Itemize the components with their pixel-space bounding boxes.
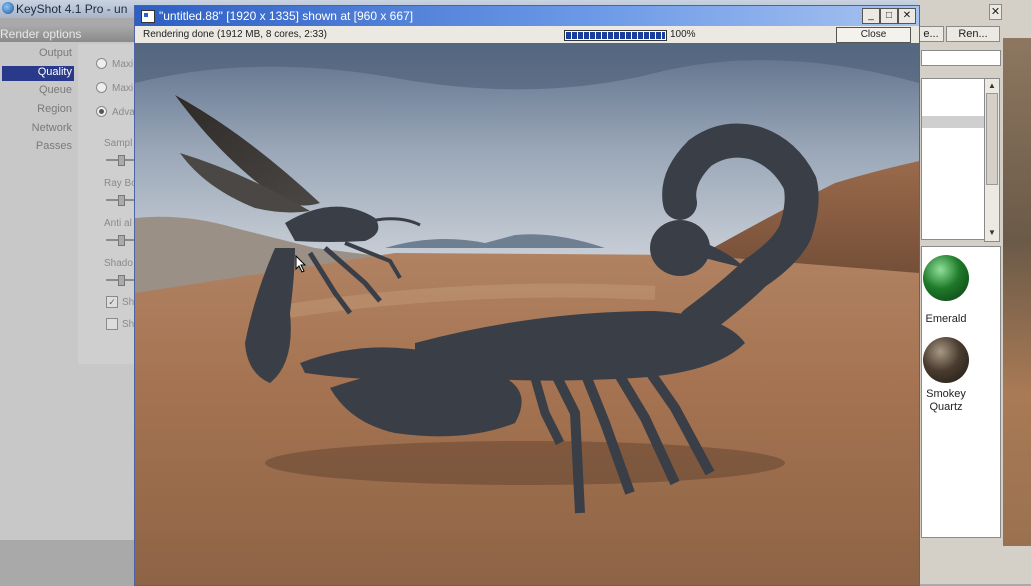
desert-ground	[135, 253, 919, 585]
library-search-field[interactable]	[921, 50, 1001, 66]
checkbox-shadows[interactable]: ✓	[106, 296, 118, 308]
render-progress-text: 100%	[670, 29, 696, 40]
nav-item-region[interactable]: Region	[2, 103, 72, 118]
minimize-icon[interactable]: _	[862, 8, 880, 24]
nav-item-passes[interactable]: Passes	[2, 140, 72, 155]
checkbox-shading[interactable]	[106, 318, 118, 330]
slider-handle[interactable]	[118, 275, 125, 286]
close-icon[interactable]: ✕	[898, 8, 916, 24]
slider-handle[interactable]	[118, 235, 125, 246]
slider-handle[interactable]	[118, 155, 125, 166]
rendered-image	[135, 43, 919, 585]
render-options-nav: Output Quality Queue Region Network Pass…	[0, 44, 76, 464]
samples-slider[interactable]	[106, 155, 136, 166]
material-label: Emerald	[925, 313, 967, 325]
library-button-1[interactable]: e...	[918, 26, 944, 42]
radio-label: Maxi	[112, 59, 134, 70]
nav-item-output[interactable]: Output	[2, 47, 72, 62]
render-status-text: Rendering done (1912 MB, 8 cores, 2:33)	[143, 29, 327, 40]
maximize-icon[interactable]: □	[880, 8, 898, 24]
close-button[interactable]: Close	[836, 27, 911, 43]
library-footer	[918, 546, 1031, 584]
render-viewport[interactable]	[135, 43, 919, 585]
radio-label: Adva	[112, 107, 135, 118]
nav-item-quality[interactable]: Quality	[2, 66, 74, 81]
slider-handle[interactable]	[118, 195, 125, 206]
ray-bounces-slider[interactable]	[106, 195, 136, 206]
library-scrollbar[interactable]: ▲ ▼	[984, 78, 1000, 242]
radio-advanced[interactable]	[96, 106, 107, 117]
render-options-header: Render options	[0, 26, 137, 42]
render-window-title: "untitled.88" [1920 x 1335] shown at [96…	[159, 9, 414, 23]
mouse-cursor-icon	[295, 255, 307, 273]
shadow-slider[interactable]	[106, 275, 136, 286]
main-window-title: KeyShot 4.1 Pro - un	[16, 2, 128, 16]
render-window-titlebar[interactable]: "untitled.88" [1920 x 1335] shown at [96…	[135, 6, 919, 26]
nav-item-network[interactable]: Network	[2, 122, 72, 137]
render-window: "untitled.88" [1920 x 1335] shown at [96…	[134, 5, 920, 586]
scroll-up-icon[interactable]: ▲	[986, 80, 998, 92]
scorpion-stinger-bulb	[650, 220, 710, 276]
render-status-bar: Rendering done (1912 MB, 8 cores, 2:33) …	[135, 26, 919, 43]
material-smokey-quartz-swatch[interactable]	[923, 337, 969, 383]
library-titlebar: ✕	[918, 4, 1003, 20]
panel-close-icon[interactable]: ✕	[989, 4, 1002, 20]
scroll-thumb[interactable]	[986, 93, 998, 185]
material-emerald-swatch[interactable]	[923, 255, 969, 301]
slider-label: Anti al	[104, 218, 132, 229]
radio-label: Maxi	[112, 83, 134, 94]
checkbox-label: Sh	[122, 297, 135, 308]
render-button[interactable]: Ren...	[946, 26, 1000, 42]
library-list-selected-row[interactable]	[922, 116, 984, 128]
render-progress-bar	[564, 30, 667, 41]
quality-controls: Maxi Maxi Adva Sampl Ray Bo Anti al Shad…	[78, 44, 137, 364]
keyshot-logo-icon	[2, 2, 14, 14]
render-options-title: Render options	[0, 27, 82, 41]
library-folder-list[interactable]	[921, 78, 987, 240]
background-viewport-strip	[1003, 38, 1031, 546]
progress-fill	[566, 32, 665, 39]
anti-aliasing-slider[interactable]	[106, 235, 136, 246]
nav-item-queue[interactable]: Queue	[2, 84, 72, 99]
radio-maximum-samples[interactable]	[96, 58, 107, 69]
material-label: Smokey Quartz	[926, 388, 966, 413]
materials-grid: Emerald Smokey Quartz	[921, 246, 1001, 538]
slider-label: Sampl	[104, 138, 133, 149]
scroll-down-icon[interactable]: ▼	[986, 227, 998, 239]
radio-maximum-time[interactable]	[96, 82, 107, 93]
image-window-icon	[141, 10, 155, 23]
checkbox-label: Sh	[122, 319, 135, 330]
slider-label: Ray Bo	[104, 178, 137, 189]
slider-label: Shado	[104, 258, 133, 269]
